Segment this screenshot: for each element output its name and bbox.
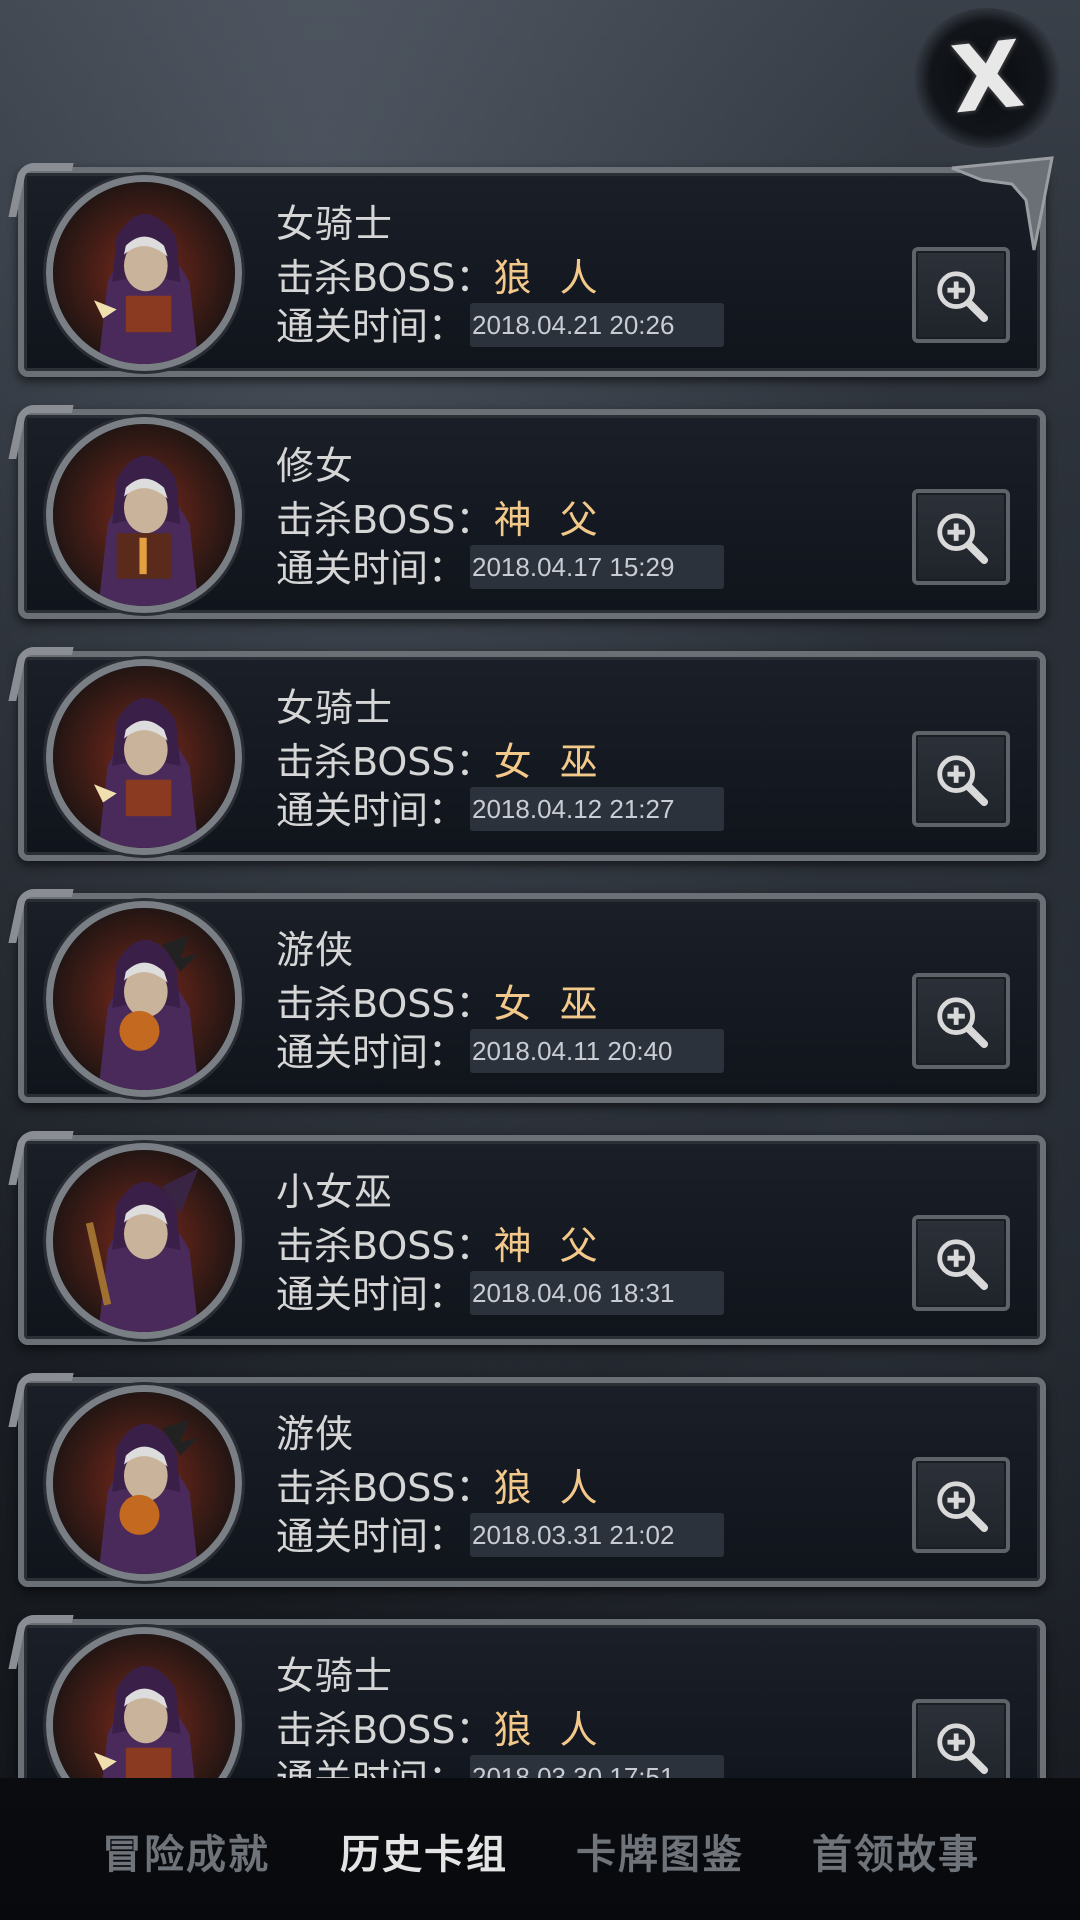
- history-record-card: 女骑士 击杀BOSS：狼 人 通关时间： 2018.04.21 20:26: [18, 167, 1046, 377]
- clear-time-label: 通关时间：: [276, 1272, 467, 1317]
- clear-time-line: 通关时间： 2018.03.31 21:02: [276, 1513, 725, 1561]
- hero-portrait: [46, 417, 242, 613]
- hero-portrait: [46, 1143, 242, 1339]
- clear-time-label: 通关时间：: [276, 1757, 466, 1779]
- clear-time-value: 2018.04.06 18:31: [470, 1271, 725, 1315]
- clear-time-value: 2018.04.11 20:40: [470, 1029, 725, 1073]
- hero-portrait: [46, 175, 242, 371]
- zoom-in-icon: [937, 271, 989, 323]
- tab-card-collection[interactable]: 卡牌图鉴: [576, 1822, 744, 1880]
- clear-time-label: 通关时间：: [276, 1030, 467, 1075]
- history-deck-screen: 女骑士 击杀BOSS：狼 人 通关时间： 2018.04.21 20:26 修女 …: [0, 0, 1080, 1920]
- boss-killed-label: 击杀BOSS：: [276, 1466, 494, 1510]
- clear-time-label: 通关时间：: [276, 304, 467, 349]
- clear-time-line: 通关时间： 2018.04.06 18:31: [276, 1271, 725, 1319]
- boss-killed-value: 狼 人: [493, 1708, 606, 1752]
- history-record-card: 小女巫 击杀BOSS：神 父 通关时间： 2018.04.06 18:31: [18, 1135, 1046, 1345]
- view-deck-button[interactable]: [912, 1699, 1010, 1778]
- boss-killed-value: 神 父: [493, 498, 606, 542]
- zoom-in-icon: [937, 1481, 989, 1533]
- clear-time-value: 2018.04.12 21:27: [470, 787, 725, 831]
- clear-time-value: 2018.03.31 21:02: [470, 1513, 725, 1557]
- boss-killed-line: 击杀BOSS：狼 人: [276, 1711, 606, 1749]
- boss-killed-value: 狼 人: [493, 1466, 606, 1510]
- hero-portrait: [46, 1627, 242, 1778]
- clear-time-value: 2018.04.17 15:29: [470, 545, 725, 589]
- history-record-card: 女骑士 击杀BOSS：女 巫 通关时间： 2018.04.12 21:27: [18, 651, 1046, 861]
- boss-killed-value: 女 巫: [493, 740, 606, 784]
- zoom-in-icon: [937, 997, 989, 1049]
- zoom-in-icon: [937, 513, 989, 565]
- hero-name: 小女巫: [276, 1170, 394, 1214]
- history-record-card: 女骑士 击杀BOSS：狼 人 通关时间：2018.03.30 17:51: [18, 1619, 1046, 1778]
- boss-killed-value: 女 巫: [493, 982, 606, 1026]
- hero-name: 女骑士: [276, 202, 394, 246]
- clear-time-label: 通关时间：: [276, 546, 467, 591]
- boss-killed-label: 击杀BOSS：: [276, 740, 494, 784]
- clear-time-line: 通关时间： 2018.04.11 20:40: [276, 1029, 725, 1077]
- boss-killed-line: 击杀BOSS：神 父: [276, 501, 606, 539]
- boss-killed-line: 击杀BOSS：狼 人: [276, 259, 606, 297]
- view-deck-button[interactable]: [912, 489, 1010, 585]
- tab-adventure-achievements[interactable]: 冒险成就: [102, 1822, 270, 1880]
- boss-killed-label: 击杀BOSS：: [276, 1708, 494, 1752]
- clear-time-value: 2018.04.21 20:26: [470, 303, 725, 347]
- boss-killed-label: 击杀BOSS：: [276, 1224, 494, 1268]
- boss-killed-value: 狼 人: [493, 256, 606, 300]
- zoom-in-icon: [937, 1239, 989, 1291]
- close-icon: X: [946, 20, 1028, 135]
- hero-portrait: [46, 659, 242, 855]
- close-button[interactable]: X: [912, 8, 1062, 148]
- boss-killed-line: 击杀BOSS：女 巫: [276, 985, 606, 1023]
- clear-time-line: 通关时间： 2018.04.21 20:26: [276, 303, 725, 351]
- view-deck-button[interactable]: [912, 1215, 1010, 1311]
- hero-name: 修女: [276, 444, 355, 488]
- view-deck-button[interactable]: [912, 1457, 1010, 1553]
- boss-killed-line: 击杀BOSS：狼 人: [276, 1469, 606, 1507]
- hero-name: 女骑士: [276, 686, 394, 730]
- hero-portrait: [46, 1385, 242, 1581]
- hero-name: 游侠: [276, 1412, 355, 1456]
- history-record-card: 修女 击杀BOSS：神 父 通关时间： 2018.04.17 15:29: [18, 409, 1046, 619]
- clear-time-value: 2018.03.30 17:51: [470, 1755, 725, 1778]
- history-record-list[interactable]: 女骑士 击杀BOSS：狼 人 通关时间： 2018.04.21 20:26 修女 …: [0, 0, 1080, 1778]
- bottom-tab-bar: 冒险成就 历史卡组 卡牌图鉴 首领故事: [0, 1778, 1080, 1920]
- view-deck-button[interactable]: [912, 973, 1010, 1069]
- boss-killed-line: 击杀BOSS：女 巫: [276, 743, 606, 781]
- zoom-in-icon: [937, 1723, 989, 1775]
- clear-time-label: 通关时间：: [276, 1514, 467, 1559]
- hero-portrait: [46, 901, 242, 1097]
- hero-name: 女骑士: [276, 1654, 394, 1698]
- boss-killed-label: 击杀BOSS：: [276, 498, 494, 542]
- view-deck-button[interactable]: [912, 731, 1010, 827]
- boss-killed-label: 击杀BOSS：: [276, 982, 494, 1026]
- clear-time-line: 通关时间： 2018.04.17 15:29: [276, 545, 725, 593]
- ornament-claw-icon: [951, 156, 1054, 251]
- history-record-card: 游侠 击杀BOSS：狼 人 通关时间： 2018.03.31 21:02: [18, 1377, 1046, 1587]
- boss-killed-value: 神 父: [493, 1224, 606, 1268]
- history-record-card: 游侠 击杀BOSS：女 巫 通关时间： 2018.04.11 20:40: [18, 893, 1046, 1103]
- boss-killed-label: 击杀BOSS：: [276, 256, 494, 300]
- tab-boss-stories[interactable]: 首领故事: [812, 1822, 980, 1880]
- zoom-in-icon: [937, 755, 989, 807]
- clear-time-line: 通关时间：2018.03.30 17:51: [276, 1755, 725, 1779]
- clear-time-line: 通关时间： 2018.04.12 21:27: [276, 787, 725, 835]
- clear-time-label: 通关时间：: [276, 788, 467, 833]
- tab-history-decks[interactable]: 历史卡组: [340, 1822, 508, 1880]
- hero-name: 游侠: [276, 928, 355, 972]
- boss-killed-line: 击杀BOSS：神 父: [276, 1227, 606, 1265]
